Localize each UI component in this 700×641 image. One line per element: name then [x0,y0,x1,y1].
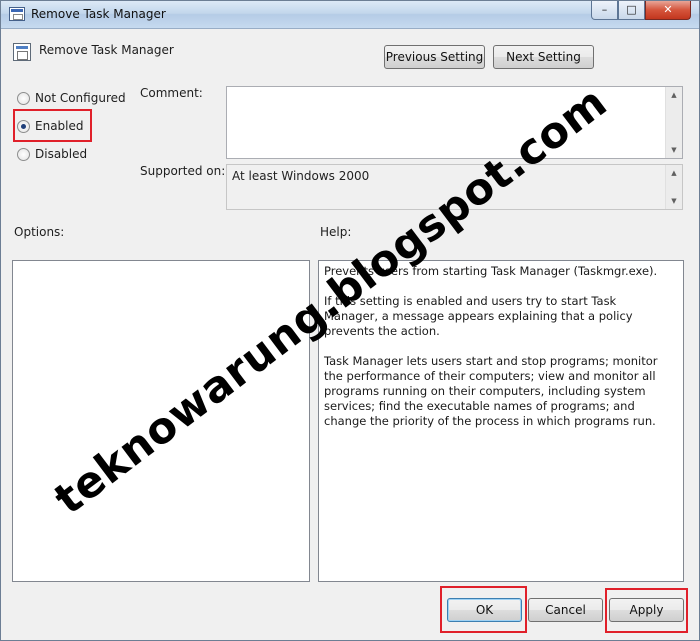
title-bar[interactable]: Remove Task Manager – □ ✕ [1,1,699,29]
radio-not-configured[interactable]: Not Configured [17,91,126,105]
ok-button[interactable]: OK [447,598,522,622]
cancel-button[interactable]: Cancel [528,598,603,622]
help-pane: Prevents users from starting Task Manage… [318,260,684,582]
help-label: Help: [320,225,352,239]
scroll-down-icon[interactable]: ▼ [666,193,682,209]
radio-button-selected-icon[interactable] [17,119,30,133]
scroll-up-icon[interactable]: ▲ [666,165,682,181]
apply-button[interactable]: Apply [609,598,684,622]
radio-button-icon[interactable] [17,91,30,105]
options-label: Options: [14,225,65,239]
supported-on-scrollbar[interactable]: ▲ ▼ [665,165,682,209]
maximize-button[interactable]: □ [618,1,645,20]
help-paragraph: Task Manager lets users start and stop p… [324,354,658,428]
scroll-down-icon[interactable]: ▼ [666,142,682,158]
radio-label: Enabled [35,119,84,133]
comment-textarea[interactable]: ▲ ▼ [226,86,683,159]
comment-label: Comment: [140,86,203,100]
radio-enabled[interactable]: Enabled [17,119,84,133]
previous-setting-button[interactable]: Previous Setting [384,45,485,69]
policy-dialog-window: Remove Task Manager – □ ✕ Remove Task Ma… [0,0,700,641]
help-paragraph: If this setting is enabled and users try… [324,294,633,338]
scroll-up-icon[interactable]: ▲ [666,87,682,103]
radio-label: Not Configured [35,91,126,105]
policy-name: Remove Task Manager [39,43,174,57]
supported-on-label: Supported on: [140,164,226,178]
close-button[interactable]: ✕ [645,1,691,20]
policy-settings-icon [13,43,31,61]
supported-on-value: At least Windows 2000 [232,169,370,183]
radio-disabled[interactable]: Disabled [17,147,87,161]
comment-scrollbar[interactable]: ▲ ▼ [665,87,682,158]
group-policy-app-icon [9,7,25,21]
minimize-button[interactable]: – [591,1,618,20]
window-title: Remove Task Manager [31,7,166,21]
radio-button-icon[interactable] [17,147,30,161]
next-setting-button[interactable]: Next Setting [493,45,594,69]
radio-label: Disabled [35,147,88,161]
